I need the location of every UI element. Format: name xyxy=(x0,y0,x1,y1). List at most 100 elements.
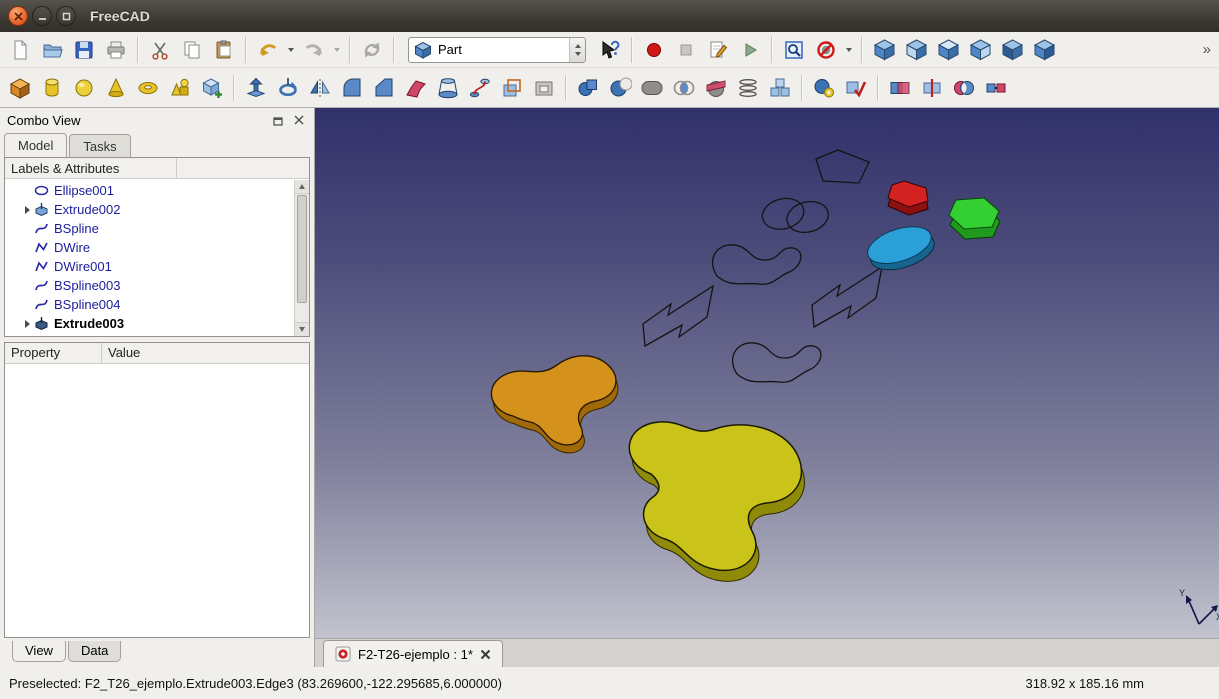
3d-viewport[interactable]: Y X xyxy=(315,108,1219,638)
tree-item-extrude003[interactable]: Extrude003 xyxy=(5,314,309,333)
close-panel-button[interactable] xyxy=(291,113,307,128)
revolve-button[interactable] xyxy=(273,73,303,103)
tree-item-extrude002[interactable]: Extrude002 xyxy=(5,200,309,219)
minimize-window-button[interactable] xyxy=(32,6,52,26)
scroll-up-button[interactable] xyxy=(295,180,309,194)
document-tab[interactable]: F2-T26-ejemplo : 1* xyxy=(323,640,503,667)
union-button[interactable] xyxy=(637,73,667,103)
fillet-button[interactable] xyxy=(337,73,367,103)
overlapping-ellipse-outlines[interactable] xyxy=(759,189,832,243)
section-button[interactable] xyxy=(701,73,731,103)
view-isometric-button[interactable] xyxy=(869,35,899,65)
cut-boolean-button[interactable] xyxy=(605,73,635,103)
cylinder-button[interactable] xyxy=(37,73,67,103)
common-button[interactable] xyxy=(669,73,699,103)
tree-item-bspline004[interactable]: BSpline004 xyxy=(5,295,309,314)
shape-builder-button[interactable] xyxy=(197,73,227,103)
redo-button[interactable] xyxy=(299,35,329,65)
blue-ellipse-disc[interactable] xyxy=(863,219,939,277)
undo-menu-button[interactable] xyxy=(285,35,297,65)
tree-scrollbar[interactable] xyxy=(294,180,309,336)
orange-extruded-blob[interactable] xyxy=(491,356,618,453)
float-panel-button[interactable] xyxy=(270,113,286,128)
play-macro-button[interactable] xyxy=(735,35,765,65)
check-geometry-button[interactable] xyxy=(841,73,871,103)
workbench-selector[interactable]: Part xyxy=(408,37,586,63)
slice-button[interactable] xyxy=(917,73,947,103)
tree-item-ellipse001[interactable]: Ellipse001 xyxy=(5,181,309,200)
s-curve-outline-2[interactable] xyxy=(733,343,821,382)
yellow-extruded-blob[interactable] xyxy=(629,422,804,582)
loft-button[interactable] xyxy=(433,73,463,103)
new-file-button[interactable] xyxy=(5,35,35,65)
extrude-button[interactable] xyxy=(241,73,271,103)
tree-item-dwire001[interactable]: DWire001 xyxy=(5,257,309,276)
cut-button[interactable] xyxy=(145,35,175,65)
redo-menu-button[interactable] xyxy=(331,35,343,65)
s-curve-outline-1[interactable] xyxy=(713,245,801,284)
tab-model[interactable]: Model xyxy=(4,133,67,158)
ruled-surface-button[interactable] xyxy=(401,73,431,103)
red-prism[interactable] xyxy=(888,181,928,215)
cone-button[interactable] xyxy=(101,73,131,103)
green-hexagon-prism[interactable] xyxy=(949,198,1000,239)
view-left-button[interactable] xyxy=(1029,35,1059,65)
expand-arrow-icon[interactable] xyxy=(21,320,34,328)
clipping-plane-button[interactable] xyxy=(811,35,841,65)
torus-button[interactable] xyxy=(133,73,163,103)
compound-button[interactable] xyxy=(765,73,795,103)
close-document-icon[interactable] xyxy=(480,649,491,660)
connect-button[interactable] xyxy=(981,73,1011,103)
refresh-button[interactable] xyxy=(357,35,387,65)
scrollbar-thumb[interactable] xyxy=(297,195,307,303)
boolean-button[interactable] xyxy=(573,73,603,103)
clipping-menu-button[interactable] xyxy=(843,35,855,65)
view-right-button[interactable] xyxy=(965,35,995,65)
view-front-button[interactable] xyxy=(901,35,931,65)
view-rear-button[interactable] xyxy=(997,35,1027,65)
pentagon-outline[interactable] xyxy=(816,150,869,183)
mirror-button[interactable] xyxy=(305,73,335,103)
refine-shape-button[interactable] xyxy=(809,73,839,103)
open-file-button[interactable] xyxy=(37,35,67,65)
chamfer-button[interactable] xyxy=(369,73,399,103)
tab-data[interactable]: Data xyxy=(68,641,121,662)
tree-item-dwire[interactable]: DWire xyxy=(5,238,309,257)
offset-button[interactable] xyxy=(497,73,527,103)
sweep-button[interactable] xyxy=(465,73,495,103)
paste-button[interactable] xyxy=(209,35,239,65)
print-button[interactable] xyxy=(101,35,131,65)
tree-item-bspline[interactable]: BSpline xyxy=(5,219,309,238)
expand-arrow-icon[interactable] xyxy=(21,206,34,214)
tab-tasks[interactable]: Tasks xyxy=(69,134,130,157)
box-button[interactable] xyxy=(5,73,35,103)
thickness-button[interactable] xyxy=(529,73,559,103)
primitives-button[interactable] xyxy=(165,73,195,103)
check-geometry-icon xyxy=(844,76,868,100)
save-button[interactable] xyxy=(69,35,99,65)
stop-macro-button[interactable] xyxy=(671,35,701,65)
tab-view[interactable]: View xyxy=(12,641,66,662)
xor-button[interactable] xyxy=(949,73,979,103)
record-macro-button[interactable] xyxy=(639,35,669,65)
boolean-fragments-button[interactable] xyxy=(885,73,915,103)
workbench-selector-spinner[interactable] xyxy=(569,38,585,62)
close-window-button[interactable] xyxy=(8,6,28,26)
view-top-button[interactable] xyxy=(933,35,963,65)
toolbar-overflow-button[interactable]: » xyxy=(1199,41,1215,58)
copy-button[interactable] xyxy=(177,35,207,65)
toolbar-separator xyxy=(245,37,247,63)
zigzag-outline-1[interactable] xyxy=(643,286,713,346)
cross-sections-button[interactable] xyxy=(733,73,763,103)
tree-item-bspline003[interactable]: BSpline003 xyxy=(5,276,309,295)
edit-macro-button[interactable] xyxy=(703,35,733,65)
undo-button[interactable] xyxy=(253,35,283,65)
zigzag-outline-2[interactable] xyxy=(812,267,882,327)
scroll-down-button[interactable] xyxy=(295,322,309,336)
titlebar[interactable]: FreeCAD xyxy=(0,0,1219,32)
zoom-region-button[interactable] xyxy=(779,35,809,65)
sphere-button[interactable] xyxy=(69,73,99,103)
whats-this-button[interactable] xyxy=(595,35,625,65)
property-editor-body[interactable] xyxy=(5,364,309,637)
maximize-window-button[interactable] xyxy=(56,6,76,26)
